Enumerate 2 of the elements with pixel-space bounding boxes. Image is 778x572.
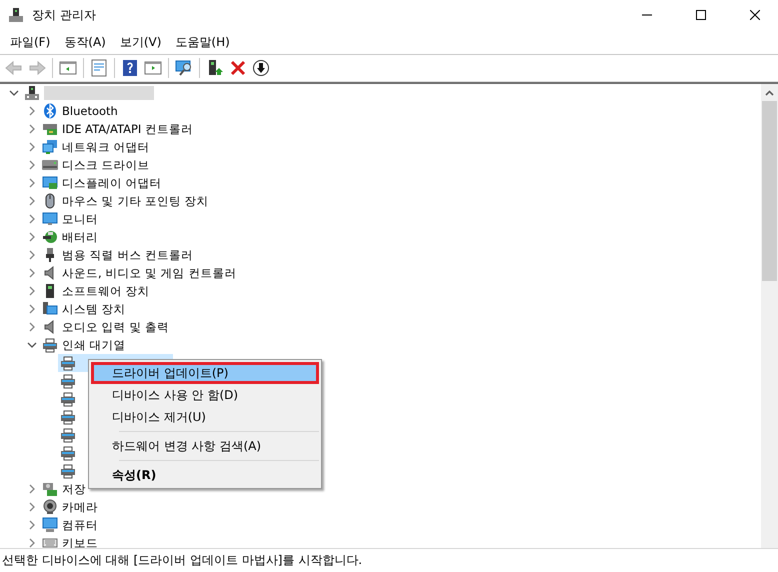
window-title: 장치 관리자: [32, 6, 97, 24]
status-text: 선택한 디바이스에 대해 [드라이버 업데이트 마법사]를 시작합니다.: [2, 552, 362, 569]
